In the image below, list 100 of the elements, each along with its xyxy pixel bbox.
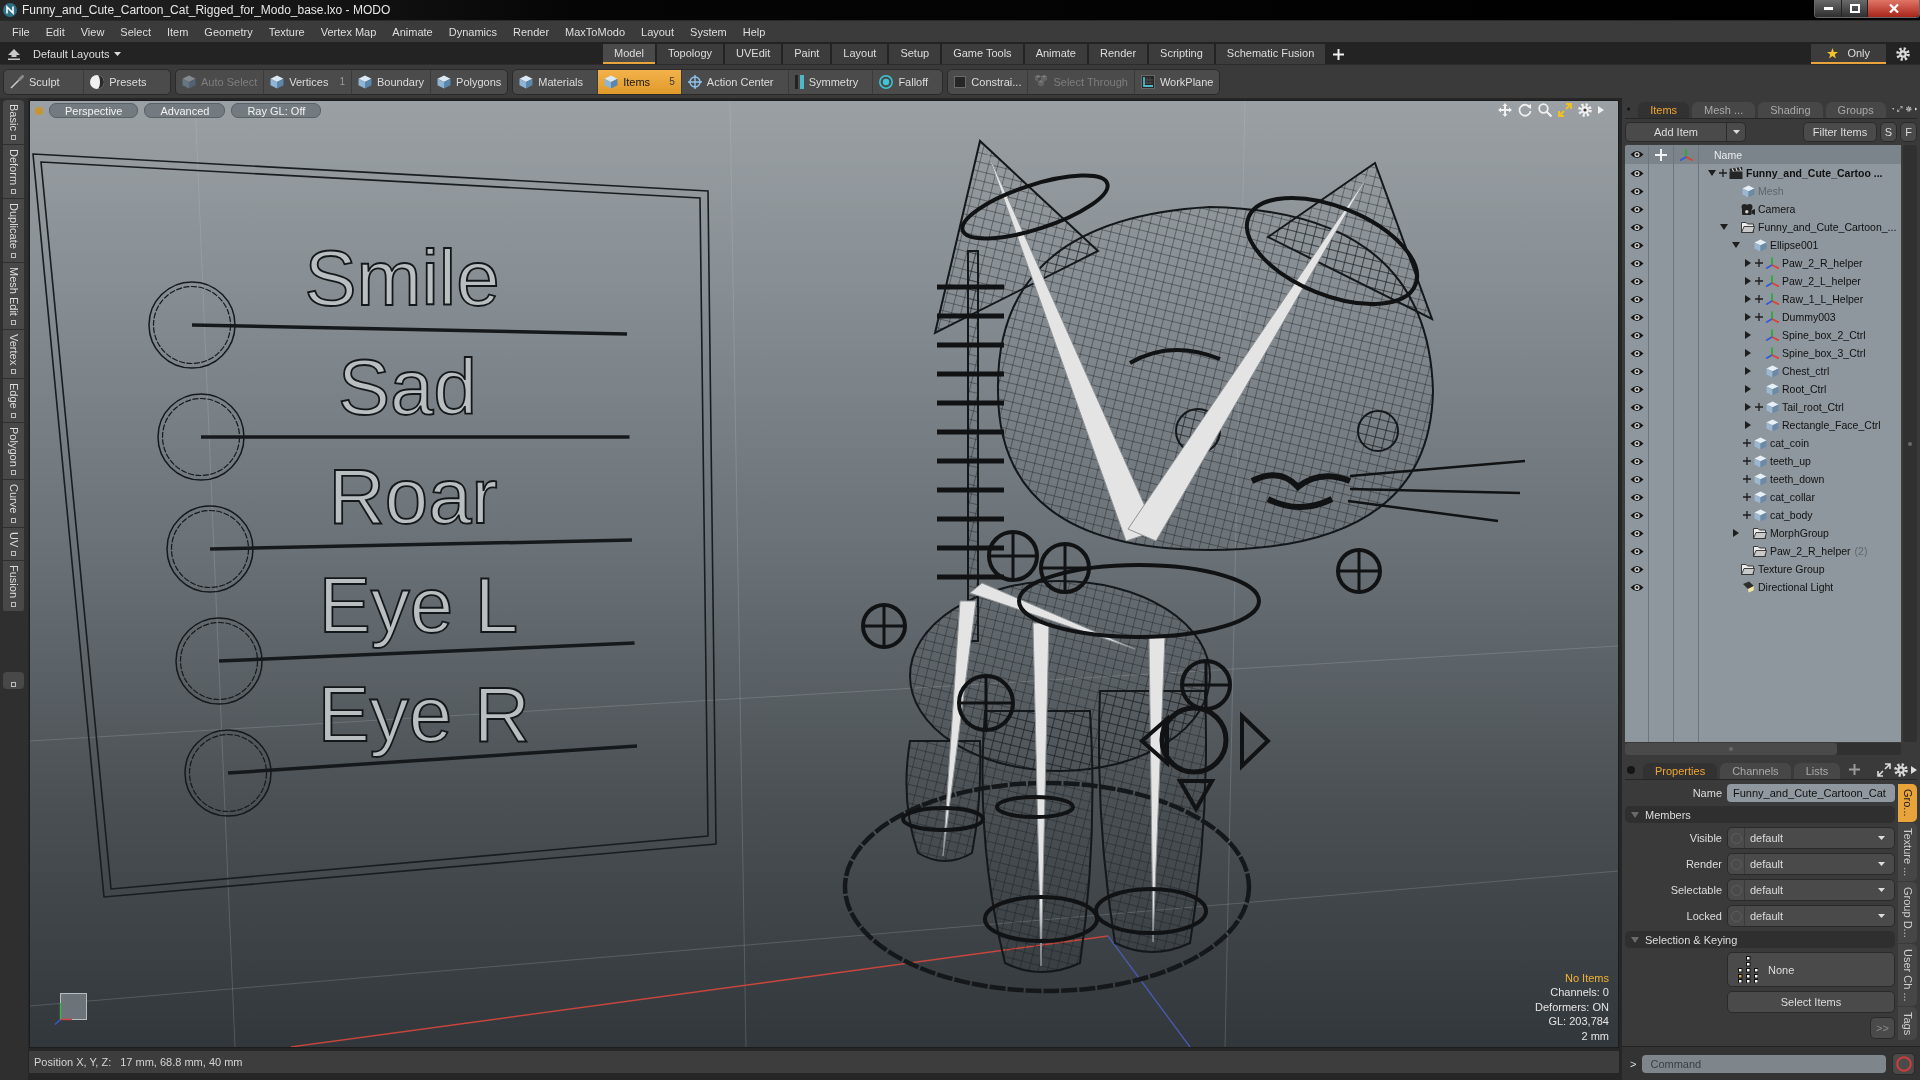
view-button[interactable]: Advanced: [144, 103, 226, 118]
triangle-right-icon[interactable]: [1745, 313, 1751, 321]
triangle-right-icon[interactable]: [1745, 367, 1751, 375]
menu-item[interactable]: View: [72, 25, 113, 38]
tree-item[interactable]: Tail_root_Ctrl: [1782, 401, 1844, 413]
side-tab[interactable]: User Ch ...: [1898, 943, 1917, 1007]
tool-button[interactable]: Items 5: [597, 69, 681, 94]
only-toggle[interactable]: Only: [1811, 44, 1886, 64]
triangle-right-icon[interactable]: [1745, 403, 1751, 411]
menu-item[interactable]: Layout: [633, 25, 683, 38]
tree-item[interactable]: cat_collar: [1770, 491, 1815, 503]
tree-item[interactable]: Paw_2_R_helper: [1782, 257, 1863, 269]
dropdown-field[interactable]: default: [1727, 827, 1895, 849]
eye-icon[interactable]: [1629, 312, 1644, 322]
eye-icon[interactable]: [1629, 456, 1644, 466]
tree-item[interactable]: Paw_2_R_helper: [1770, 545, 1851, 557]
layout-tab[interactable]: Topology: [656, 44, 723, 64]
eye-icon[interactable]: [1629, 420, 1644, 430]
triangle-right-icon[interactable]: [1733, 529, 1739, 537]
tool-button[interactable]: Vertices 1: [263, 69, 351, 94]
eye-icon[interactable]: [1629, 438, 1644, 448]
menu-item[interactable]: Texture: [260, 25, 313, 38]
tool-tab[interactable]: Basic: [3, 100, 24, 145]
menu-item[interactable]: Animate: [384, 25, 441, 38]
layout-tab[interactable]: UVEdit: [725, 44, 782, 64]
layout-tab[interactable]: Layout: [832, 44, 888, 64]
triangle-right-icon[interactable]: [1745, 331, 1751, 339]
tree-item[interactable]: Paw_2_L_helper: [1782, 275, 1861, 287]
eye-icon[interactable]: [1629, 258, 1644, 268]
triangle-right-icon[interactable]: [1745, 349, 1751, 357]
eye-icon[interactable]: [1629, 492, 1644, 502]
filter-button[interactable]: Filter Items: [1803, 122, 1877, 142]
tree-item[interactable]: Chest_ctrl: [1782, 365, 1830, 377]
eye-icon[interactable]: [1629, 222, 1644, 232]
arrow-up-icon[interactable]: [8, 48, 20, 60]
menu-item[interactable]: Geometry: [196, 25, 261, 38]
triangle-right-icon[interactable]: [1745, 295, 1751, 303]
triangle-right-icon[interactable]: [1745, 385, 1751, 393]
layout-tab[interactable]: Scripting: [1149, 44, 1214, 64]
menu-item[interactable]: Select: [112, 25, 159, 38]
eye-icon[interactable]: [1629, 546, 1644, 556]
panel-tab[interactable]: Lists: [1793, 763, 1841, 779]
dropdown-field[interactable]: default: [1727, 905, 1895, 927]
add-item-button[interactable]: Add Item: [1625, 122, 1746, 142]
tree-item[interactable]: Texture Group: [1758, 563, 1825, 575]
caret-icon[interactable]: [1891, 107, 1895, 111]
eye-icon[interactable]: [1629, 294, 1644, 304]
name-field[interactable]: Funny_and_Cute_Cartoon_Cat: [1727, 784, 1895, 802]
eye-icon[interactable]: [1629, 564, 1644, 574]
view-button[interactable]: Perspective: [49, 103, 139, 118]
side-tab[interactable]: Gro...: [1898, 784, 1917, 822]
tree-item[interactable]: Camera: [1758, 203, 1796, 215]
menu-item[interactable]: Vertex Map: [312, 25, 385, 38]
panel-tab[interactable]: Mesh ...: [1692, 102, 1756, 118]
filter-toggle[interactable]: S: [1880, 122, 1897, 142]
gear-icon[interactable]: [1894, 762, 1908, 777]
side-tab[interactable]: Texture ...: [1898, 822, 1917, 881]
triangle-down-icon[interactable]: [1631, 936, 1639, 943]
menu-item[interactable]: MaxToModo: [557, 25, 633, 38]
eye-icon[interactable]: [1629, 240, 1644, 250]
layout-tab[interactable]: Model: [603, 44, 655, 64]
vertical-scrollbar[interactable]: [1903, 145, 1917, 742]
panel-tab[interactable]: Items: [1638, 102, 1690, 118]
tool-button[interactable]: Boundary: [350, 69, 431, 94]
cross-icon[interactable]: [1655, 148, 1667, 161]
command-field[interactable]: Command: [1642, 1054, 1886, 1073]
panel-toggle[interactable]: [3, 672, 24, 690]
tree-item[interactable]: Root_Ctrl: [1782, 383, 1827, 395]
tool-tab[interactable]: Polygon: [3, 422, 24, 481]
eye-icon[interactable]: [1629, 528, 1644, 538]
eye-icon[interactable]: [1629, 366, 1644, 376]
menu-item[interactable]: Help: [734, 25, 774, 38]
preset-button[interactable]: None: [1727, 952, 1895, 987]
tool-tab[interactable]: Mesh Edit: [3, 262, 24, 330]
tree-item[interactable]: Spine_box_2_Ctrl: [1782, 329, 1866, 341]
triangle-right-icon[interactable]: [1745, 277, 1751, 285]
section-header[interactable]: Members: [1625, 806, 1895, 823]
tool-button[interactable]: Falloff: [872, 69, 943, 94]
side-tab[interactable]: Group D...: [1898, 881, 1917, 943]
eye-icon[interactable]: [1629, 168, 1644, 178]
eye-icon[interactable]: [1629, 150, 1644, 159]
tree-item[interactable]: Spine_box_3_Ctrl: [1782, 347, 1866, 359]
minimize-button[interactable]: [1815, 0, 1841, 17]
layout-tab[interactable]: Schematic Fusion: [1215, 44, 1326, 64]
tree-item[interactable]: Funny_and_Cute_Cartoo ...: [1746, 167, 1883, 179]
triangle-down-icon[interactable]: [1720, 224, 1728, 230]
triangle-down-icon[interactable]: [1708, 170, 1716, 176]
tool-button[interactable]: WorkPlane: [1133, 69, 1220, 94]
panel-tab[interactable]: Shading: [1758, 102, 1823, 118]
side-tab[interactable]: Tags: [1898, 1007, 1917, 1041]
menu-item[interactable]: Item: [158, 25, 197, 38]
tree-item[interactable]: teeth_up: [1770, 455, 1811, 467]
tree-item[interactable]: Raw_1_L_Helper: [1782, 293, 1864, 305]
tool-button[interactable]: Symmetry: [787, 69, 873, 94]
menu-item[interactable]: System: [682, 25, 735, 38]
tool-tab[interactable]: Vertex: [3, 329, 24, 379]
tree-item[interactable]: Dummy003: [1782, 311, 1836, 323]
tool-tab[interactable]: Curve: [3, 480, 24, 528]
expand-icon[interactable]: [1877, 762, 1891, 777]
layout-tab[interactable]: Game Tools: [942, 44, 1023, 64]
